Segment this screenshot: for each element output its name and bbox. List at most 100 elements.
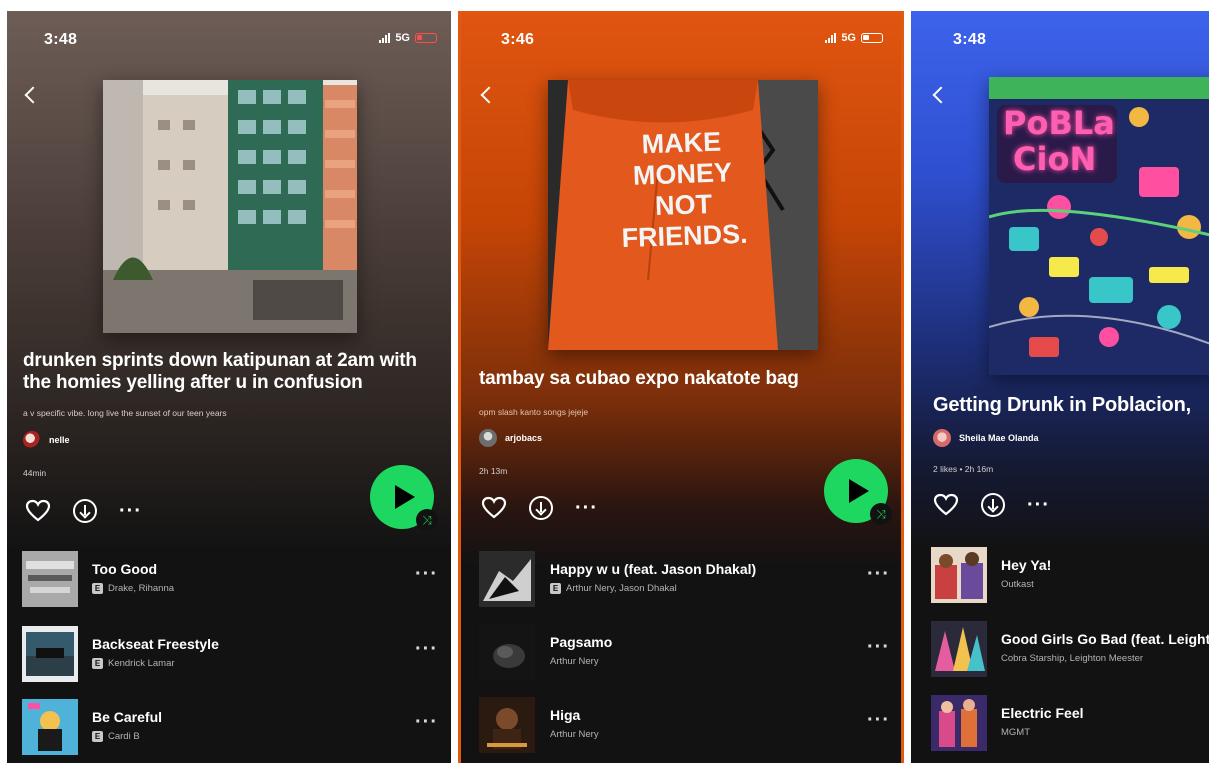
shuffle-icon[interactable]: ⤨ [870, 503, 892, 525]
more-options-icon[interactable]: ··· [575, 498, 598, 518]
track-artist: Arthur Nery, Jason Dhakal [566, 583, 677, 594]
status-time: 3:46 [501, 31, 535, 48]
track-artist-line: E Drake, Rihanna [92, 583, 174, 594]
action-row: ··· [933, 493, 1050, 517]
track-artist-line: MGMT [1001, 727, 1030, 738]
playlist-cover [103, 80, 357, 333]
owner-avatar [933, 429, 951, 447]
more-options-icon[interactable]: ··· [119, 501, 142, 521]
track-more-icon[interactable]: ··· [415, 638, 438, 661]
track-row[interactable]: Higa Arthur Nery ··· [461, 697, 901, 755]
playlist-likes-duration: 2 likes • 2h 16m [933, 464, 994, 474]
track-artwork [479, 624, 535, 680]
track-row[interactable]: Too Good E Drake, Rihanna ··· [7, 551, 451, 609]
network-type: 5G [841, 32, 856, 44]
track-artwork [931, 547, 987, 603]
track-artist: Cardi B [108, 731, 140, 742]
building-photo [103, 80, 357, 333]
track-more-icon[interactable]: ··· [415, 711, 438, 734]
signal-icon [825, 33, 837, 43]
track-artwork [22, 699, 78, 755]
track-artist: Cobra Starship, Leighton Meester [1001, 653, 1144, 664]
track-artwork [479, 697, 535, 753]
track-artwork [931, 621, 987, 677]
cover-text-line: PoBLa [1003, 104, 1115, 142]
track-title: Pagsamo [550, 634, 613, 650]
track-title: Be Careful [92, 709, 163, 725]
track-artist-line: Cobra Starship, Leighton Meester [1001, 653, 1143, 664]
cover-text-line: CioN [1013, 140, 1097, 178]
back-chevron-icon[interactable] [23, 83, 41, 107]
heart-icon[interactable] [25, 499, 51, 523]
explicit-badge: E [92, 658, 103, 669]
track-artwork [931, 695, 987, 751]
cover-text: MAKE MONEY NOT FRIENDS. [548, 123, 818, 256]
download-icon[interactable] [73, 499, 97, 523]
track-title: Too Good [92, 561, 158, 577]
track-row[interactable]: Electric Feel MGMT [911, 695, 1209, 753]
playlist-owner[interactable]: Sheila Mae Olanda [933, 429, 1039, 447]
owner-name: Sheila Mae Olanda [959, 433, 1039, 443]
track-title: Higa [550, 707, 581, 723]
playlist-owner[interactable]: nelle [23, 431, 70, 449]
track-row[interactable]: Backseat Freestyle E Kendrick Lamar ··· [7, 626, 451, 684]
phone-screen-1: 3:48 5G drunken sprints down katipunan a… [7, 11, 451, 763]
track-row[interactable]: Good Girls Go Bad (feat. Leight Cobra St… [911, 621, 1209, 679]
battery-icon [415, 33, 437, 43]
track-artist: Arthur Nery [550, 656, 599, 667]
owner-avatar [23, 431, 41, 449]
track-title: Good Girls Go Bad (feat. Leight [1001, 631, 1209, 647]
track-more-icon[interactable]: ··· [415, 563, 438, 586]
status-bar-right: 5G [825, 32, 883, 44]
download-icon[interactable] [529, 496, 553, 520]
shuffle-icon[interactable]: ⤨ [416, 509, 438, 531]
owner-avatar [479, 429, 497, 447]
track-artist-line: Outkast [1001, 579, 1034, 590]
heart-icon[interactable] [481, 496, 507, 520]
phone-screen-2: 3:46 5G MAKE MONEY NOT FRIENDS. tambay s… [458, 11, 904, 763]
track-artist-line: Arthur Nery [550, 656, 599, 667]
track-row[interactable]: Hey Ya! Outkast [911, 547, 1209, 605]
back-chevron-icon[interactable] [931, 83, 949, 107]
owner-name: nelle [49, 435, 70, 445]
playlist-cover: MAKE MONEY NOT FRIENDS. [548, 80, 818, 350]
more-options-icon[interactable]: ··· [1027, 495, 1050, 515]
track-title: Backseat Freestyle [92, 636, 219, 652]
heart-icon[interactable] [933, 493, 959, 517]
track-artist-line: Arthur Nery [550, 729, 599, 740]
track-artwork [479, 551, 535, 607]
action-row: ··· [481, 496, 598, 520]
track-row[interactable]: Pagsamo Arthur Nery ··· [461, 624, 901, 682]
back-chevron-icon[interactable] [479, 83, 497, 107]
track-more-icon[interactable]: ··· [867, 709, 890, 732]
track-more-icon[interactable]: ··· [867, 563, 890, 586]
track-row[interactable]: Be Careful E Cardi B ··· [7, 699, 451, 757]
track-artist: MGMT [1001, 727, 1031, 738]
track-more-icon[interactable]: ··· [867, 636, 890, 659]
network-type: 5G [395, 32, 410, 44]
track-artist-line: E Kendrick Lamar [92, 658, 175, 669]
playlist-description: opm slash kanto songs jejeje [479, 407, 589, 417]
track-artist-line: E Arthur Nery, Jason Dhakal [550, 583, 677, 594]
playlist-owner[interactable]: arjobacs [479, 429, 542, 447]
track-artist: Arthur Nery [550, 729, 599, 740]
status-time: 3:48 [44, 31, 78, 48]
track-title: Electric Feel [1001, 705, 1084, 721]
track-row[interactable]: Happy w u (feat. Jason Dhakal) E Arthur N… [461, 551, 901, 609]
action-row: ··· [25, 499, 142, 523]
playlist-title: Getting Drunk in Poblacion, [933, 394, 1191, 416]
signal-icon [379, 33, 391, 43]
playlist-title: drunken sprints down katipunan at 2am wi… [23, 350, 417, 393]
explicit-badge: E [92, 583, 103, 594]
track-artist-line: E Cardi B [92, 731, 140, 742]
download-icon[interactable] [981, 493, 1005, 517]
status-bar-right: 5G [379, 32, 437, 44]
explicit-badge: E [92, 731, 103, 742]
cover-neon-text: PoBLa CioN [1003, 105, 1123, 177]
track-title: Happy w u (feat. Jason Dhakal) [550, 561, 757, 577]
track-artwork [22, 626, 78, 682]
playlist-cover: PoBLa CioN [989, 77, 1209, 375]
phone-screen-3: 3:48 PoBLa CioN Getting Drunk in Poblaci… [911, 11, 1209, 763]
playlist-description: a v specific vibe. long live the sunset … [23, 408, 227, 418]
track-artist: Outkast [1001, 579, 1034, 590]
